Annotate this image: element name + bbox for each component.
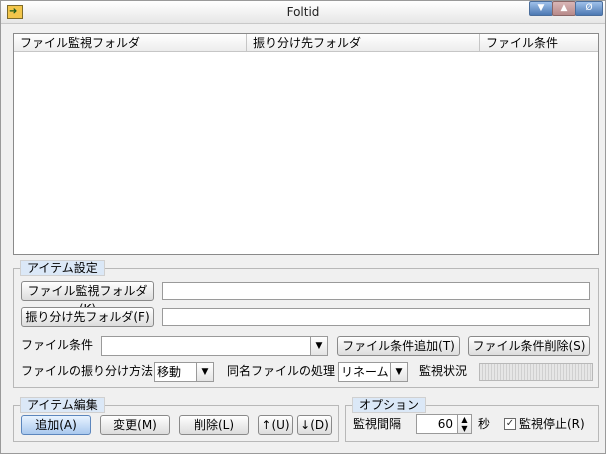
item-list[interactable]: ファイル監視フォルダ 振り分け先フォルダ ファイル条件 — [13, 33, 599, 255]
column-header-file-condition[interactable]: ファイル条件 — [480, 34, 598, 52]
watch-folder-button[interactable]: ファイル監視フォルダ(K) — [21, 281, 154, 316]
same-name-value: リネーム — [341, 365, 389, 379]
column-header-watch-folder[interactable]: ファイル監視フォルダ — [14, 34, 247, 52]
maximize-button[interactable]: ▲ — [552, 1, 576, 16]
stop-monitoring-label[interactable]: 監視停止(R) — [519, 415, 585, 433]
same-name-label: 同名ファイルの処理 — [227, 364, 336, 378]
same-name-select[interactable]: リネーム ▼ — [338, 362, 408, 382]
monitor-status-indicator — [479, 363, 593, 381]
minimize-button[interactable]: ▼ — [529, 1, 553, 16]
title-bar: ➜ Foltid ▼ ▲ Ø — [1, 1, 605, 24]
window-title: Foltid — [286, 5, 320, 19]
window-controls: ▼ ▲ Ø — [529, 1, 603, 16]
add-button[interactable]: 追加(A) — [21, 415, 91, 435]
file-condition-select[interactable]: ▼ — [101, 336, 328, 356]
close-button[interactable]: Ø — [575, 1, 603, 16]
options-group: オプション 監視間隔 60 ▲ ▼ 秒 ✓ 監視停止(R) — [345, 397, 599, 442]
options-title: オプション — [352, 397, 427, 413]
interval-label: 監視間隔 — [353, 417, 402, 431]
item-settings-title: アイテム設定 — [20, 260, 105, 276]
item-edit-group: アイテム編集 追加(A) 変更(M) 削除(L) ↑(U) ↓(D) — [13, 397, 339, 442]
sort-method-select[interactable]: 移動 ▼ — [154, 362, 214, 382]
chevron-down-icon[interactable]: ▼ — [310, 337, 327, 355]
sort-method-value: 移動 — [157, 365, 182, 379]
interval-unit: 秒 — [478, 417, 491, 431]
interval-input[interactable]: 60 — [416, 414, 458, 434]
item-edit-title: アイテム編集 — [20, 397, 105, 413]
column-header-dest-folder[interactable]: 振り分け先フォルダ — [247, 34, 480, 52]
stop-monitoring-checkbox[interactable]: ✓ — [504, 418, 516, 430]
move-down-button[interactable]: ↓(D) — [297, 415, 332, 435]
delete-button[interactable]: 削除(L) — [179, 415, 249, 435]
file-condition-label: ファイル条件 — [21, 338, 94, 352]
add-condition-button[interactable]: ファイル条件追加(T) — [337, 336, 460, 356]
item-settings-group: アイテム設定 ファイル監視フォルダ(K) 振り分け先フォルダ(F) ファイル条件… — [13, 260, 599, 388]
chevron-down-icon[interactable]: ▼ — [390, 363, 407, 381]
monitor-status-label: 監視状況 — [419, 364, 468, 378]
dest-folder-input[interactable] — [162, 308, 590, 326]
change-button[interactable]: 変更(M) — [100, 415, 170, 435]
delete-condition-button[interactable]: ファイル条件削除(S) — [468, 336, 590, 356]
sort-method-label: ファイルの振り分け方法 — [21, 364, 154, 378]
chevron-down-icon[interactable]: ▼ — [196, 363, 213, 381]
dest-folder-button[interactable]: 振り分け先フォルダ(F) — [21, 307, 154, 327]
watch-folder-input[interactable] — [162, 282, 590, 300]
main-window: ➜ Foltid ▼ ▲ Ø ファイル監視フォルダ 振り分け先フォルダ ファイル… — [0, 0, 606, 454]
move-up-button[interactable]: ↑(U) — [258, 415, 293, 435]
interval-stepper[interactable]: ▲ ▼ — [458, 414, 472, 434]
